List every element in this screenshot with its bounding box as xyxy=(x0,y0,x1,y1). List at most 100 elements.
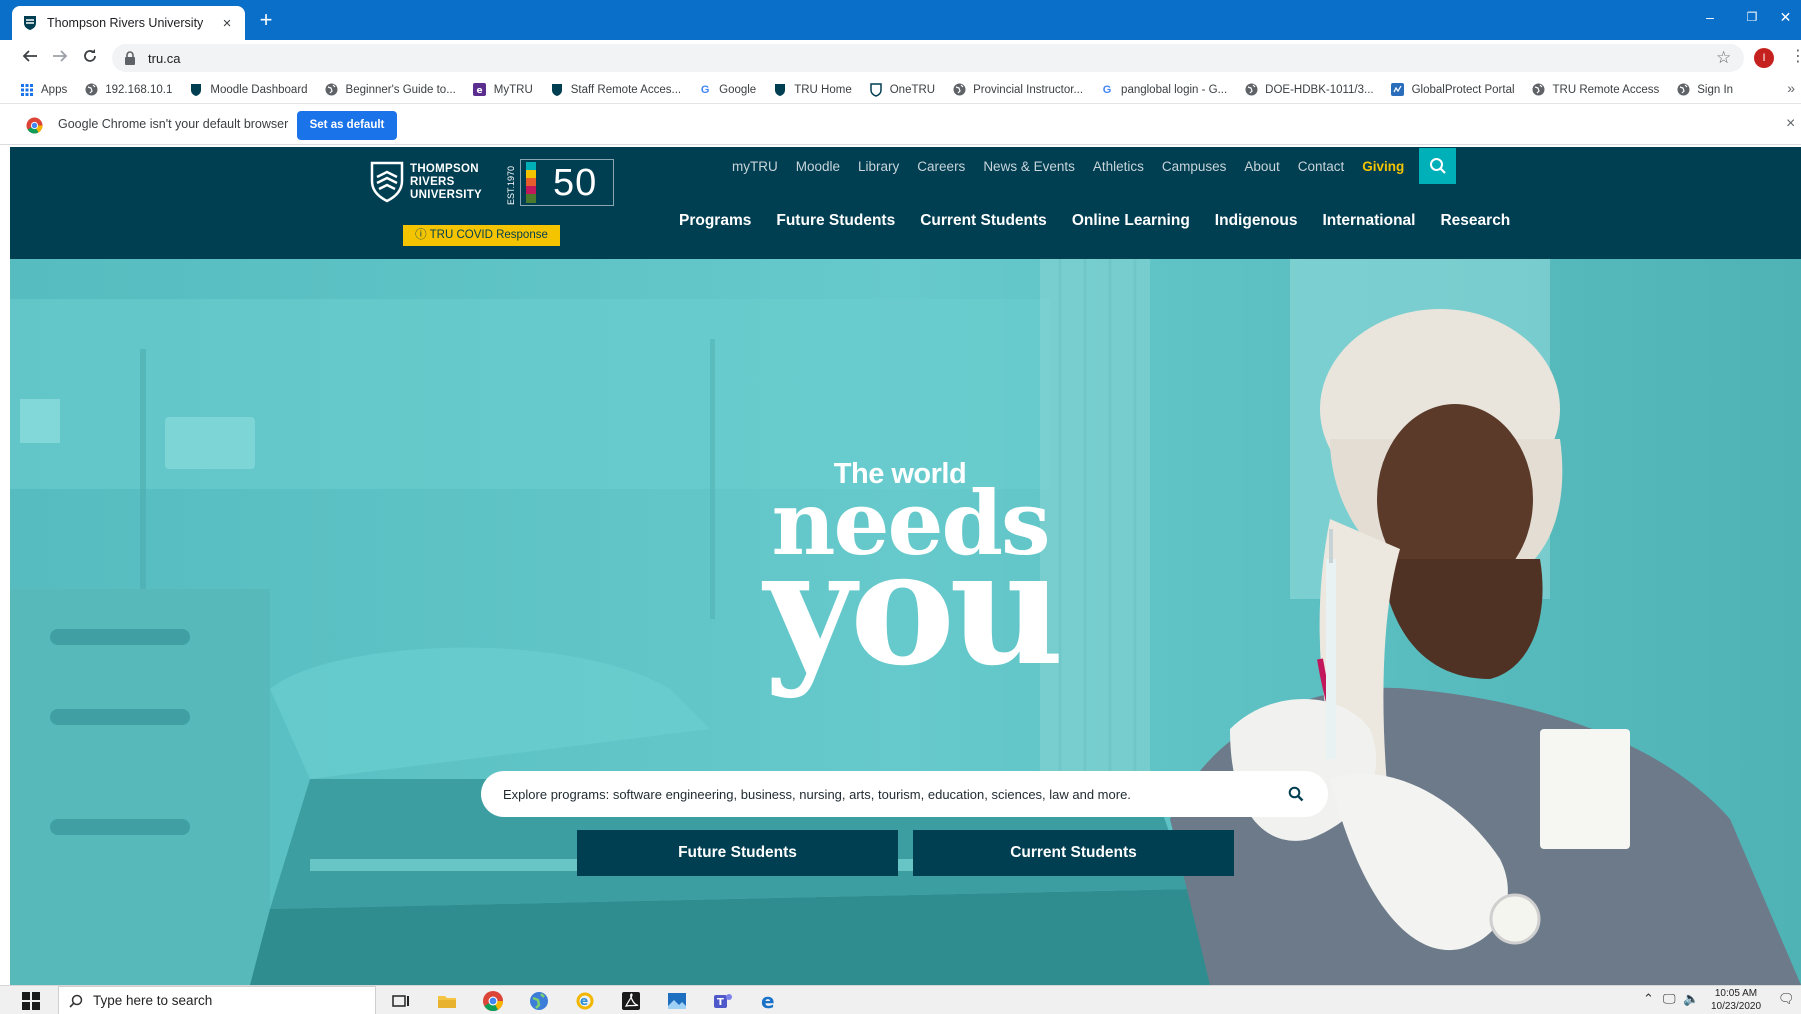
globe-icon xyxy=(1532,83,1546,97)
main-nav-future-students[interactable]: Future Students xyxy=(776,212,895,230)
url-text: tru.ca xyxy=(148,50,181,66)
notifications-icon[interactable]: 🗨 xyxy=(1778,991,1795,1007)
reload-icon[interactable] xyxy=(77,46,103,70)
search-icon[interactable] xyxy=(1276,786,1316,802)
main-nav: Programs Future Students Current Student… xyxy=(679,212,1535,230)
bookmark-item[interactable]: e MyTRU xyxy=(473,83,533,97)
back-arrow-icon[interactable] xyxy=(17,46,43,70)
bookmark-item[interactable]: Beginner's Guide to... xyxy=(325,83,456,97)
util-nav-giving[interactable]: Giving xyxy=(1362,157,1404,177)
taskbar-search-input[interactable]: Type here to search xyxy=(58,986,376,1014)
main-nav-online-learning[interactable]: Online Learning xyxy=(1072,212,1190,230)
taskbar-search-text: Type here to search xyxy=(93,993,213,1008)
logo-wordmark: THOMPSON RIVERS UNIVERSITY xyxy=(410,163,483,201)
screen: Thompson Rivers University × + – ❐ ✕ tru… xyxy=(0,0,1801,1014)
chrome-logo-icon xyxy=(26,117,43,134)
bookmark-star-icon[interactable]: ☆ xyxy=(1716,48,1731,68)
taskbar-clock[interactable]: 10:05 AM 10/23/2020 xyxy=(1700,987,1772,1013)
address-bar[interactable]: tru.ca xyxy=(112,44,1744,72)
util-nav-news-events[interactable]: News & Events xyxy=(983,157,1075,177)
util-nav-athletics[interactable]: Athletics xyxy=(1093,157,1144,177)
tru-shield-icon xyxy=(550,83,564,97)
infobar-close-icon[interactable]: × xyxy=(1786,115,1795,133)
internet-explorer-icon[interactable]: e xyxy=(574,990,596,1012)
util-nav-library[interactable]: Library xyxy=(858,157,899,177)
active-tab[interactable]: Thompson Rivers University × xyxy=(12,6,245,40)
bookmark-item[interactable]: GlobalProtect Portal xyxy=(1391,83,1515,97)
mytru-icon: e xyxy=(473,83,487,97)
main-nav-current-students[interactable]: Current Students xyxy=(920,212,1047,230)
fifty-anniversary-badge: 50 xyxy=(520,159,614,206)
bookmark-item[interactable]: TRU Home xyxy=(773,83,852,97)
windows-start-icon[interactable] xyxy=(22,992,40,1010)
bookmark-item[interactable]: Sign In xyxy=(1676,83,1733,97)
google-g-icon: G xyxy=(700,83,710,96)
edge-icon[interactable]: e xyxy=(758,989,780,1013)
anniversary-color-bars-icon xyxy=(526,162,536,203)
svg-text:T: T xyxy=(717,997,724,1008)
main-nav-research[interactable]: Research xyxy=(1440,212,1510,230)
bookmark-item[interactable]: DOE-HDBK-1011/3... xyxy=(1244,83,1374,97)
svg-text:e: e xyxy=(761,990,775,1012)
bookmark-item[interactable]: Gpanglobal login - G... xyxy=(1100,83,1227,97)
file-explorer-icon[interactable] xyxy=(436,990,458,1012)
restore-button[interactable]: ❐ xyxy=(1730,0,1774,34)
util-nav-about[interactable]: About xyxy=(1244,157,1279,177)
teams-icon[interactable]: T xyxy=(712,990,734,1012)
menu-kebab-icon[interactable]: ⋮ xyxy=(1790,46,1801,66)
util-nav-campuses[interactable]: Campuses xyxy=(1162,157,1227,177)
current-students-button[interactable]: Current Students xyxy=(913,830,1234,876)
bookmark-item[interactable]: Provincial Instructor... xyxy=(952,83,1083,97)
bookmarks-bar: Apps 192.168.10.1 Moodle Dashboard Begin… xyxy=(0,76,1801,104)
globe-browser-icon[interactable] xyxy=(528,990,550,1012)
search-icon xyxy=(1429,158,1446,174)
google-g-icon: G xyxy=(1102,83,1112,96)
acrobat-icon[interactable] xyxy=(620,990,642,1012)
forward-arrow-icon[interactable] xyxy=(47,46,73,70)
bookmark-item[interactable]: Staff Remote Acces... xyxy=(550,83,681,97)
est-year: EST.1970 xyxy=(506,165,516,205)
site-header: THOMPSON RIVERS UNIVERSITY EST.1970 50 ⓘ… xyxy=(10,147,1801,259)
volume-icon[interactable]: 🔈 xyxy=(1683,991,1699,1007)
utility-nav: myTRU Moodle Library Careers News & Even… xyxy=(732,157,1422,177)
bookmark-item[interactable]: G Google xyxy=(698,83,756,97)
bookmark-item[interactable]: TRU Remote Access xyxy=(1532,83,1659,97)
network-icon[interactable]: 🖵 xyxy=(1663,991,1676,1007)
bookmarks-overflow-icon[interactable]: » xyxy=(1787,80,1795,96)
util-nav-careers[interactable]: Careers xyxy=(917,157,965,177)
future-students-button[interactable]: Future Students xyxy=(577,830,898,876)
close-window-button[interactable]: ✕ xyxy=(1770,0,1801,34)
globe-icon xyxy=(325,83,339,97)
chrome-icon[interactable] xyxy=(482,990,504,1012)
new-tab-button[interactable]: + xyxy=(254,8,278,32)
tab-title: Thompson Rivers University xyxy=(47,16,204,30)
photos-icon[interactable] xyxy=(666,990,688,1012)
tab-strip: Thompson Rivers University × + – ❐ ✕ xyxy=(0,0,1801,40)
globe-icon xyxy=(1244,83,1258,97)
util-nav-mytru[interactable]: myTRU xyxy=(732,157,778,177)
main-nav-programs[interactable]: Programs xyxy=(679,212,751,230)
bookmark-item[interactable]: 192.168.10.1 xyxy=(84,83,172,97)
tru-logo[interactable]: THOMPSON RIVERS UNIVERSITY EST.1970 50 xyxy=(370,159,614,211)
program-search-input[interactable]: Explore programs: software engineering, … xyxy=(481,771,1328,817)
set-as-default-button[interactable]: Set as default xyxy=(297,111,397,140)
globe-icon xyxy=(84,83,98,97)
browser-toolbar: tru.ca ☆ I ⋮ xyxy=(0,40,1801,76)
covid-response-button[interactable]: ⓘ TRU COVID Response xyxy=(403,225,560,246)
bookmark-item[interactable]: Apps xyxy=(20,83,67,97)
util-nav-moodle[interactable]: Moodle xyxy=(796,157,840,177)
task-view-icon[interactable] xyxy=(390,990,412,1012)
bookmark-item[interactable]: Moodle Dashboard xyxy=(189,83,308,97)
util-nav-contact[interactable]: Contact xyxy=(1298,157,1345,177)
site-search-button[interactable] xyxy=(1419,148,1456,184)
profile-avatar[interactable]: I xyxy=(1754,48,1774,68)
minimize-button[interactable]: – xyxy=(1688,0,1732,34)
show-hidden-icons-icon[interactable]: ⌃ xyxy=(1643,991,1654,1007)
bookmark-item[interactable]: OneTRU xyxy=(869,82,935,97)
main-nav-international[interactable]: International xyxy=(1322,212,1415,230)
tru-shield-icon xyxy=(189,83,203,97)
tab-close-icon[interactable]: × xyxy=(219,15,235,32)
svg-text:e: e xyxy=(580,994,588,1008)
main-nav-indigenous[interactable]: Indigenous xyxy=(1215,212,1298,230)
globe-icon xyxy=(1676,83,1690,97)
